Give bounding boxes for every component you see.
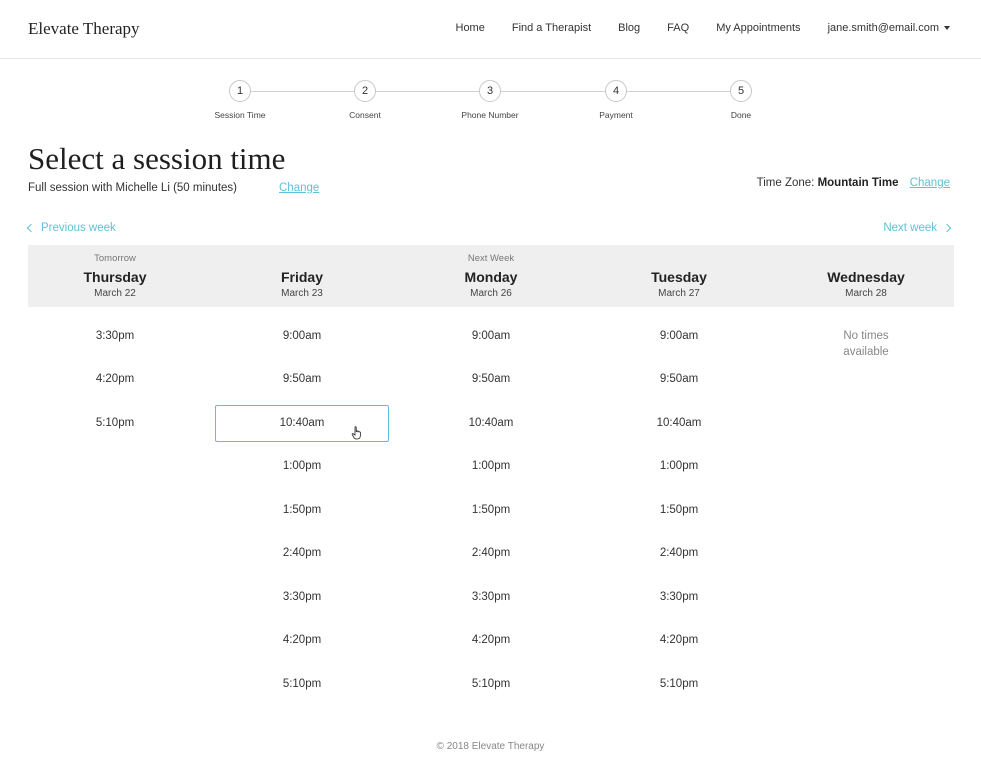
schedule-header: Tomorrow Thursday March 22 Friday March … bbox=[28, 245, 954, 307]
time-slot[interactable]: 10:40am bbox=[404, 405, 578, 442]
time-slot[interactable]: 9:00am bbox=[404, 318, 578, 355]
user-menu[interactable]: jane.smith@email.com bbox=[828, 22, 950, 34]
time-slot[interactable]: 3:30pm bbox=[215, 579, 389, 616]
next-week-label: Next week bbox=[883, 222, 937, 234]
main-nav: Home Find a Therapist Blog FAQ My Appoin… bbox=[456, 22, 950, 34]
day-tag: Tomorrow bbox=[94, 253, 136, 264]
footer-copyright: © 2018 Elevate Therapy bbox=[436, 741, 545, 752]
day-date: March 28 bbox=[845, 288, 887, 299]
timezone-label: Time Zone: bbox=[756, 177, 815, 189]
time-slot[interactable]: 5:10pm bbox=[592, 666, 766, 703]
session-description: Full session with Michelle Li (50 minute… bbox=[28, 182, 237, 194]
step-label: Session Time bbox=[214, 110, 266, 120]
day-tag: Next Week bbox=[467, 253, 515, 264]
time-slot[interactable]: 3:30pm bbox=[28, 318, 202, 355]
day-name: Thursday bbox=[83, 269, 147, 285]
time-slot[interactable]: 1:00pm bbox=[592, 448, 766, 485]
time-slot[interactable]: 9:50am bbox=[592, 361, 766, 398]
time-slot[interactable]: 5:10pm bbox=[28, 405, 202, 442]
step-number: 5 bbox=[730, 80, 752, 102]
step-number: 2 bbox=[354, 80, 376, 102]
time-slot[interactable]: 4:20pm bbox=[404, 622, 578, 659]
step-number: 4 bbox=[605, 80, 627, 102]
no-times-line: available bbox=[843, 346, 889, 358]
time-slot[interactable]: 4:20pm bbox=[592, 622, 766, 659]
time-slot[interactable]: 10:40am bbox=[592, 405, 766, 442]
step-label: Payment bbox=[599, 110, 633, 120]
time-slot[interactable]: 1:50pm bbox=[404, 492, 578, 529]
time-slot[interactable]: 3:30pm bbox=[592, 579, 766, 616]
time-slot[interactable]: 9:00am bbox=[592, 318, 766, 355]
timezone-value: Mountain Time bbox=[817, 177, 899, 189]
day-name: Monday bbox=[464, 269, 518, 285]
day-date: March 27 bbox=[658, 288, 700, 299]
day-date: March 23 bbox=[281, 288, 323, 299]
time-slot[interactable]: 1:00pm bbox=[215, 448, 389, 485]
time-slot[interactable]: 2:40pm bbox=[215, 535, 389, 572]
step-label: Phone Number bbox=[461, 110, 519, 120]
time-slot[interactable]: 9:50am bbox=[215, 361, 389, 398]
time-slot[interactable]: 4:20pm bbox=[28, 361, 202, 398]
step-label: Done bbox=[730, 110, 752, 120]
time-slot[interactable]: 2:40pm bbox=[592, 535, 766, 572]
previous-week-button[interactable]: Previous week bbox=[26, 222, 116, 234]
nav-faq[interactable]: FAQ bbox=[667, 22, 689, 34]
nav-my-appointments[interactable]: My Appointments bbox=[716, 22, 800, 34]
time-slot[interactable]: 1:50pm bbox=[592, 492, 766, 529]
day-name: Wednesday bbox=[827, 269, 905, 285]
no-times-message: No times available bbox=[806, 328, 926, 360]
nav-find-therapist[interactable]: Find a Therapist bbox=[512, 22, 591, 34]
day-header-friday: Friday March 23 bbox=[215, 245, 389, 307]
site-header: Elevate Therapy Home Find a Therapist Bl… bbox=[0, 0, 981, 59]
time-slot[interactable]: 1:00pm bbox=[404, 448, 578, 485]
next-week-button[interactable]: Next week bbox=[883, 222, 952, 234]
time-slot[interactable]: 5:10pm bbox=[215, 666, 389, 703]
caret-down-icon bbox=[944, 26, 950, 30]
user-email: jane.smith@email.com bbox=[827, 22, 939, 34]
chevron-right-icon bbox=[942, 223, 952, 233]
page-title: Select a session time bbox=[28, 141, 286, 176]
day-header-thursday: Tomorrow Thursday March 22 bbox=[28, 245, 202, 307]
nav-blog[interactable]: Blog bbox=[618, 22, 640, 34]
day-header-wednesday: Wednesday March 28 bbox=[779, 245, 953, 307]
day-header-tuesday: Tuesday March 27 bbox=[592, 245, 766, 307]
previous-week-label: Previous week bbox=[41, 222, 116, 234]
step-consent: 2 Consent bbox=[325, 80, 405, 120]
step-phone-number: 3 Phone Number bbox=[450, 80, 530, 120]
change-timezone-link[interactable]: Change bbox=[910, 177, 950, 189]
day-date: March 26 bbox=[470, 288, 512, 299]
time-slot[interactable]: 5:10pm bbox=[404, 666, 578, 703]
step-done: 5 Done bbox=[701, 80, 781, 120]
time-slot[interactable]: 4:20pm bbox=[215, 622, 389, 659]
step-label: Consent bbox=[349, 110, 381, 120]
no-times-line: No times bbox=[843, 330, 889, 342]
step-payment: 4 Payment bbox=[576, 80, 656, 120]
day-header-monday: Next Week Monday March 26 bbox=[404, 245, 578, 307]
progress-stepper: 1 Session Time 2 Consent 3 Phone Number … bbox=[0, 80, 981, 125]
day-name: Friday bbox=[280, 269, 323, 285]
time-slot[interactable]: 9:00am bbox=[215, 318, 389, 355]
step-session-time: 1 Session Time bbox=[200, 80, 280, 120]
day-date: March 22 bbox=[94, 288, 136, 299]
time-slot[interactable]: 9:50am bbox=[404, 361, 578, 398]
hand-cursor-icon bbox=[351, 426, 361, 440]
step-number: 3 bbox=[479, 80, 501, 102]
chevron-left-icon bbox=[26, 223, 36, 233]
change-session-link[interactable]: Change bbox=[279, 182, 319, 194]
time-slot[interactable]: 3:30pm bbox=[404, 579, 578, 616]
site-logo[interactable]: Elevate Therapy bbox=[28, 19, 140, 39]
timezone-info: Time Zone: Mountain Time Change bbox=[757, 177, 950, 189]
day-name: Tuesday bbox=[651, 269, 707, 285]
time-slot[interactable]: 2:40pm bbox=[404, 535, 578, 572]
nav-home[interactable]: Home bbox=[456, 22, 485, 34]
step-number: 1 bbox=[229, 80, 251, 102]
time-slot[interactable]: 1:50pm bbox=[215, 492, 389, 529]
